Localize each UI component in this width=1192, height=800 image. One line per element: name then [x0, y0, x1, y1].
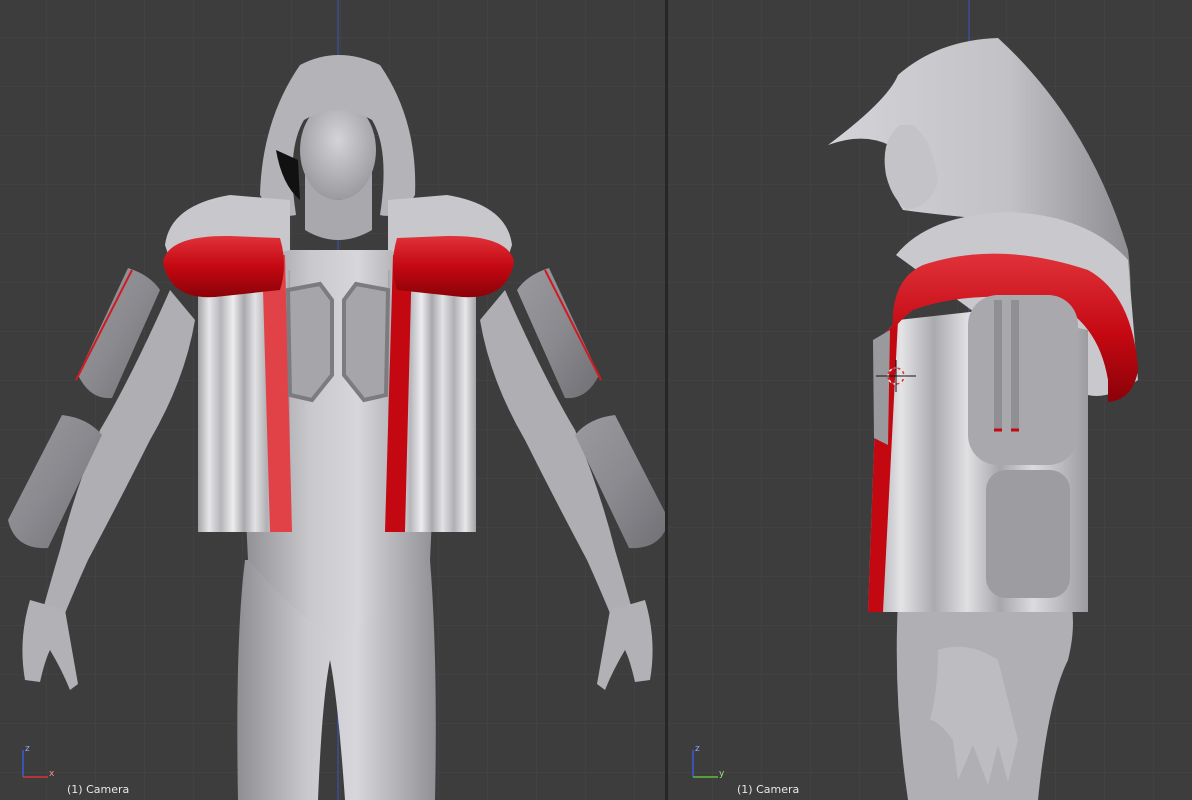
viewport-camera-label: (1) Camera [67, 783, 130, 796]
axis-y-label: y [719, 769, 725, 779]
viewport-side[interactable]: z y (1) Camera [668, 0, 1192, 800]
viewport-front[interactable]: z x (1) Camera [0, 0, 665, 800]
viewport-camera-label: (1) Camera [737, 783, 800, 796]
axis-x-label: x [49, 769, 55, 779]
axis-z-label: z [25, 744, 30, 754]
front-view-canvas[interactable]: z x [0, 0, 665, 800]
side-view-canvas[interactable]: z y [668, 0, 1192, 800]
axis-z-label: z [695, 744, 700, 754]
